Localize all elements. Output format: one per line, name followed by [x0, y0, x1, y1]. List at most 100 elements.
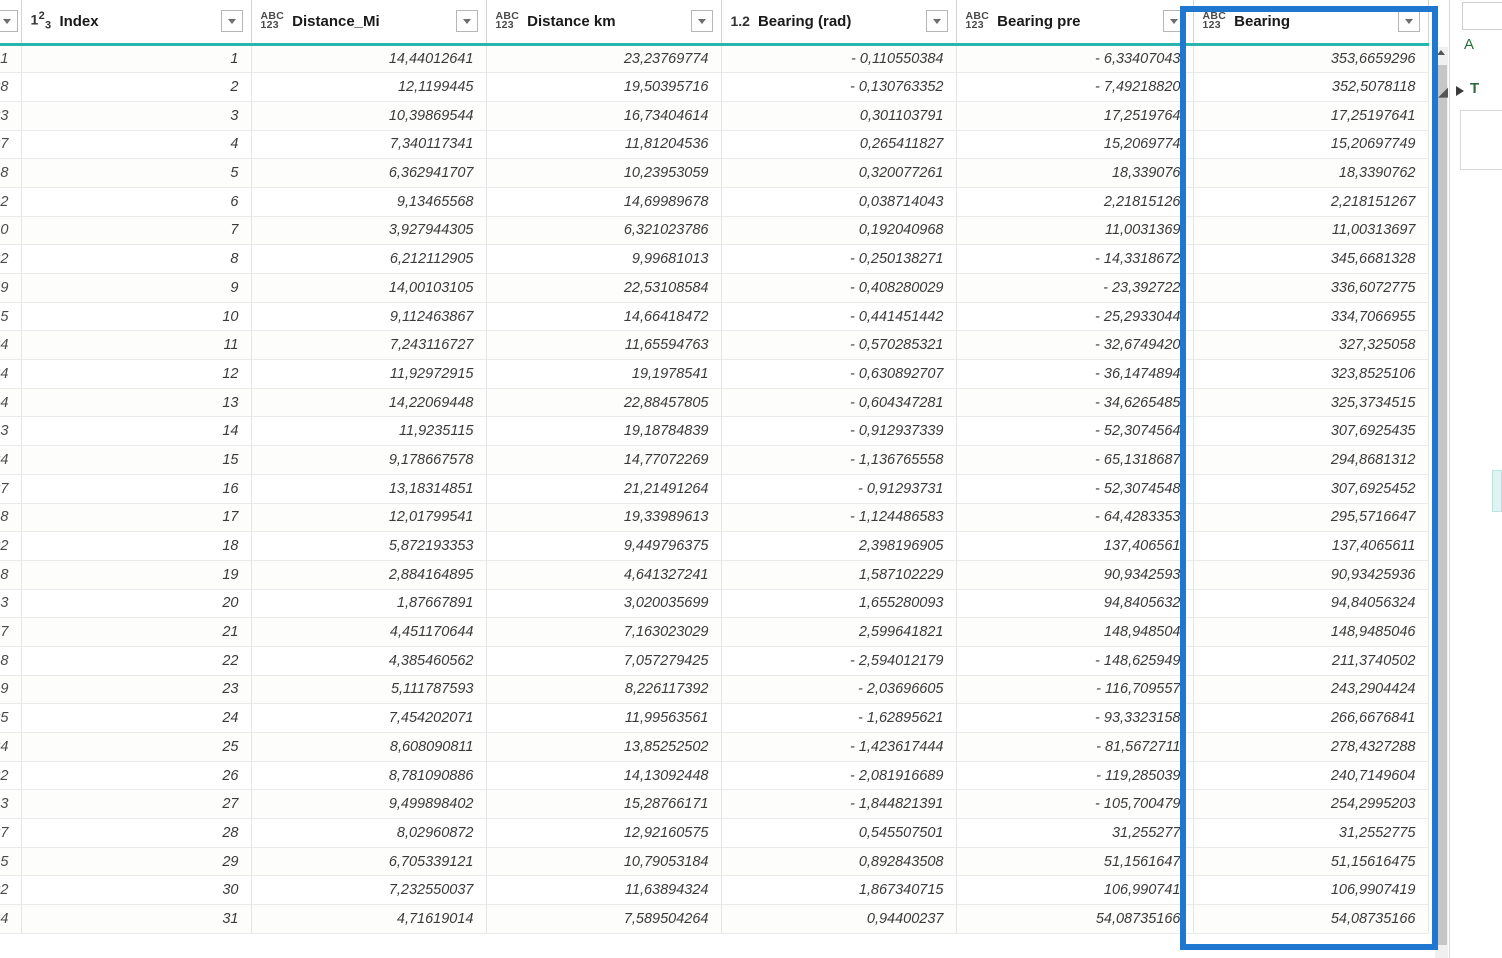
- cell-dist_km[interactable]: 11,81204536: [486, 130, 722, 160]
- cell-dist_km[interactable]: 13,85252502: [486, 732, 722, 762]
- cell-bearing[interactable]: 307,6925435: [1193, 416, 1429, 447]
- cell-index[interactable]: 28: [21, 818, 252, 848]
- table-row[interactable]: 25247,45420207111,99563561- 1,62895621- …: [0, 703, 1429, 733]
- cell-bear_pre[interactable]: 15,2069774: [956, 130, 1194, 160]
- cell-dist_km[interactable]: 9,449796375: [486, 531, 722, 561]
- cell-dist_mi[interactable]: 1,87667891: [251, 589, 487, 619]
- cell-bearing[interactable]: 278,4327288: [1193, 732, 1429, 762]
- cell-bear_rad[interactable]: - 0,130763352: [721, 72, 957, 102]
- cell-bear_pre[interactable]: 90,9342593: [956, 560, 1194, 590]
- cell-pre[interactable]: 19: [0, 273, 22, 303]
- cell-bear_rad[interactable]: - 0,408280029: [721, 273, 957, 303]
- cell-dist_km[interactable]: 19,33989613: [486, 503, 722, 533]
- table-row[interactable]: 22307,23255003711,638943241,867340715106…: [0, 875, 1429, 906]
- cell-dist_km[interactable]: 11,99563561: [486, 703, 722, 733]
- cell-pre[interactable]: 18: [0, 646, 22, 676]
- cell-index[interactable]: 24: [21, 703, 252, 733]
- table-row[interactable]: 241211,9297291519,1978541- 0,630892707- …: [0, 359, 1429, 389]
- table-row[interactable]: 24258,60809081113,85252502- 1,423617444-…: [0, 732, 1429, 762]
- panel-sub-box[interactable]: [1460, 110, 1502, 170]
- cell-dist_mi[interactable]: 8,781090886: [251, 761, 487, 791]
- cell-bearing[interactable]: 294,8681312: [1193, 445, 1429, 475]
- cell-pre[interactable]: 27: [0, 474, 22, 504]
- cell-pre[interactable]: 13: [0, 416, 22, 447]
- cell-pre[interactable]: 10: [0, 216, 22, 246]
- cell-index[interactable]: 27: [21, 789, 252, 820]
- cell-pre[interactable]: 11: [0, 44, 22, 74]
- cell-bearing[interactable]: 15,20697749: [1193, 130, 1429, 160]
- cell-dist_km[interactable]: 19,18784839: [486, 416, 722, 447]
- column-header-bearing[interactable]: ABC 123 Bearing: [1193, 0, 1429, 46]
- cell-bear_rad[interactable]: - 0,570285321: [721, 330, 957, 361]
- filter-dropdown-icon-clipped[interactable]: [0, 10, 18, 33]
- table-row[interactable]: 24314,716190147,5895042640,9440023754,08…: [0, 904, 1429, 934]
- cell-bearing[interactable]: 2,218151267: [1193, 187, 1429, 217]
- cell-dist_km[interactable]: 23,23769774: [486, 44, 722, 74]
- cell-pre[interactable]: 24: [0, 445, 22, 475]
- cell-bearing[interactable]: 11,00313697: [1193, 216, 1429, 246]
- filter-dropdown-icon-bearing[interactable]: [1397, 10, 1420, 33]
- cell-bear_rad[interactable]: - 1,62895621: [721, 703, 957, 733]
- cell-dist_mi[interactable]: 5,872193353: [251, 531, 487, 561]
- cell-bear_pre[interactable]: 94,8405632: [956, 589, 1194, 619]
- cell-dist_km[interactable]: 19,1978541: [486, 359, 722, 389]
- cell-index[interactable]: 20: [21, 589, 252, 619]
- cell-index[interactable]: 18: [21, 531, 252, 561]
- cell-dist_mi[interactable]: 13,18314851: [251, 474, 487, 504]
- table-row[interactable]: 15296,70533912110,790531840,89284350851,…: [0, 847, 1429, 877]
- table-row[interactable]: 13279,49989840215,28766171- 1,844821391-…: [0, 789, 1429, 820]
- cell-dist_km[interactable]: 7,163023029: [486, 617, 722, 647]
- filter-dropdown-icon-bearing-rad[interactable]: [925, 10, 948, 33]
- cell-dist_mi[interactable]: 9,112463867: [251, 302, 487, 332]
- cell-dist_mi[interactable]: 4,71619014: [251, 904, 487, 934]
- cell-index[interactable]: 26: [21, 761, 252, 791]
- cell-bearing[interactable]: 345,6681328: [1193, 244, 1429, 274]
- cell-index[interactable]: 1: [21, 44, 252, 74]
- cell-dist_km[interactable]: 12,92160575: [486, 818, 722, 848]
- cell-bear_rad[interactable]: 0,320077261: [721, 158, 957, 188]
- table-row[interactable]: 1073,9279443056,3210237860,19204096811,0…: [0, 216, 1429, 246]
- cell-bearing[interactable]: 353,6659296: [1193, 44, 1429, 74]
- cell-index[interactable]: 9: [21, 273, 252, 303]
- cell-dist_km[interactable]: 22,88457805: [486, 388, 722, 418]
- cell-bearing[interactable]: 243,2904424: [1193, 675, 1429, 705]
- cell-bear_pre[interactable]: - 116,709557: [956, 675, 1194, 705]
- cell-index[interactable]: 23: [21, 675, 252, 705]
- cell-bear_rad[interactable]: - 0,912937339: [721, 416, 957, 447]
- cell-bear_pre[interactable]: - 52,3074548: [956, 474, 1194, 504]
- cell-dist_mi[interactable]: 7,243116727: [251, 330, 487, 361]
- cell-bearing[interactable]: 307,6925452: [1193, 474, 1429, 504]
- cell-bear_pre[interactable]: - 23,392722: [956, 273, 1194, 303]
- cell-dist_mi[interactable]: 7,232550037: [251, 875, 487, 906]
- table-row[interactable]: 23310,3986954416,734046140,30110379117,2…: [0, 101, 1429, 131]
- cell-bear_pre[interactable]: - 148,625949: [956, 646, 1194, 676]
- cell-index[interactable]: 19: [21, 560, 252, 590]
- cell-bear_rad[interactable]: 1,867340715: [721, 875, 957, 906]
- cell-pre[interactable]: 13: [0, 589, 22, 619]
- cell-bearing[interactable]: 325,3734515: [1193, 388, 1429, 418]
- cell-bear_rad[interactable]: - 2,081916689: [721, 761, 957, 791]
- cell-pre[interactable]: 24: [0, 904, 22, 934]
- cell-pre[interactable]: 23: [0, 101, 22, 131]
- column-header-index[interactable]: 123 Index: [21, 0, 252, 46]
- filter-dropdown-icon-distance-mi[interactable]: [455, 10, 478, 33]
- cell-dist_mi[interactable]: 8,02960872: [251, 818, 487, 848]
- cell-pre[interactable]: 18: [0, 560, 22, 590]
- cell-index[interactable]: 21: [21, 617, 252, 647]
- table-row[interactable]: 18224,3854605627,057279425- 2,594012179-…: [0, 646, 1429, 676]
- cell-dist_mi[interactable]: 12,1199445: [251, 72, 487, 102]
- cell-bear_pre[interactable]: 31,255277: [956, 818, 1194, 848]
- cell-bear_pre[interactable]: 54,08735166: [956, 904, 1194, 934]
- cell-bear_pre[interactable]: - 93,3323158: [956, 703, 1194, 733]
- cell-pre[interactable]: 24: [0, 359, 22, 389]
- cell-pre[interactable]: 28: [0, 72, 22, 102]
- cell-dist_km[interactable]: 15,28766171: [486, 789, 722, 820]
- data-grid-area[interactable]: 123 Index ABC 123 Distance_Mi ABC 123 Di…: [0, 0, 1449, 958]
- cell-dist_mi[interactable]: 4,385460562: [251, 646, 487, 676]
- cell-index[interactable]: 10: [21, 302, 252, 332]
- cell-bearing[interactable]: 323,8525106: [1193, 359, 1429, 389]
- cell-index[interactable]: 15: [21, 445, 252, 475]
- filter-dropdown-icon-index[interactable]: [220, 10, 243, 33]
- column-header-distance-mi[interactable]: ABC 123 Distance_Mi: [251, 0, 487, 46]
- cell-dist_mi[interactable]: 9,13465568: [251, 187, 487, 217]
